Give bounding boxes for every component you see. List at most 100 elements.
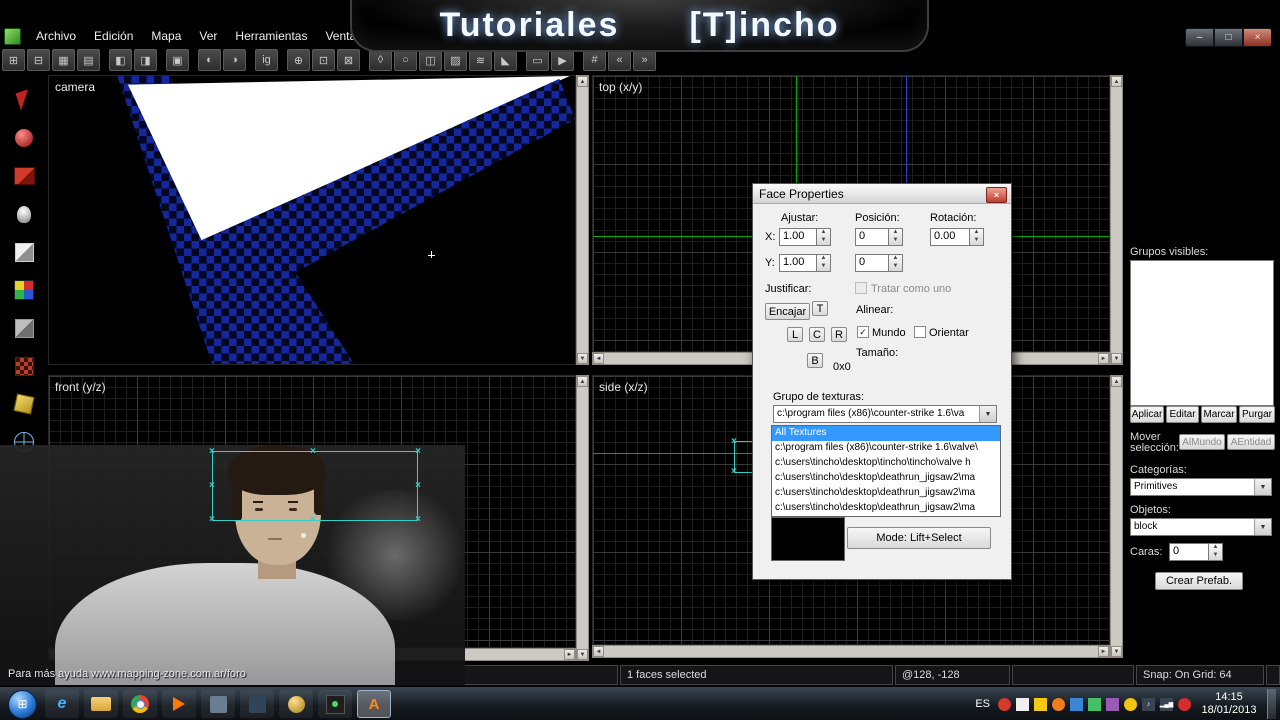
zoom-tool-icon[interactable] [4,122,44,154]
taskbar-app-browser-icon[interactable]: e [45,690,79,718]
tray-icon-8[interactable] [1124,697,1137,711]
front-vscrollbar[interactable]: ▲ ▼ [576,375,589,661]
grid-smaller-icon[interactable]: ▦ [52,49,75,71]
entity-tool-icon[interactable] [4,198,44,230]
scale-x-input[interactable]: 1.00 ▲ ▼ [779,228,831,246]
orientar-checkbox[interactable] [914,326,926,338]
dropdown-option[interactable]: All Textures [772,426,1000,441]
side-vscrollbar[interactable]: ▲ ▼ [1110,375,1123,658]
run-map-icon[interactable]: ▶ [551,49,574,71]
almundo-button[interactable]: AlMundo [1179,434,1225,450]
scroll-down-icon[interactable]: ▼ [577,649,588,660]
tray-icon-4[interactable] [1052,697,1065,711]
crear-prefab-button[interactable]: Crear Prefab. [1155,572,1243,590]
justify-top-button[interactable]: T [812,301,828,316]
spinner-arrows[interactable]: ▲ ▼ [970,228,984,246]
taskbar-app-6-icon[interactable] [240,690,274,718]
scroll-down-icon[interactable]: ▼ [577,353,588,364]
tray-network-icon[interactable]: ▂▄▆ [1160,697,1173,711]
scroll-up-icon[interactable]: ▲ [1111,76,1122,87]
tray-icon-2[interactable] [1016,697,1029,711]
objetos-select[interactable]: block ▼ [1130,518,1272,536]
dropdown-option[interactable]: c:\users\tincho\desktop\tincho\tincho\va… [772,456,1000,471]
marcar-button[interactable]: Marcar [1201,406,1237,423]
menu-ver[interactable]: Ver [190,27,226,45]
hide-selected-icon[interactable]: ⊕ [287,49,310,71]
scroll-right-icon[interactable]: ► [1098,353,1109,364]
show-all-icon[interactable]: ⊠ [337,49,360,71]
tray-icon-1[interactable] [998,697,1011,711]
hollow-icon[interactable]: ≋ [469,49,492,71]
side-hscrollbar[interactable]: ◄ ► [592,645,1110,658]
menu-herramientas[interactable]: Herramientas [226,27,316,45]
justify-center-button[interactable]: C [809,327,825,342]
dropdown-option[interactable]: c:\users\tincho\desktop\deathrun_jigsaw2… [772,471,1000,486]
taskbar-app-chrome-icon[interactable] [123,690,157,718]
tray-icon-6[interactable] [1088,697,1101,711]
language-indicator[interactable]: ES [975,698,990,710]
grid-3d-icon[interactable]: ⊟ [27,49,50,71]
decal-tool-icon[interactable] [4,350,44,382]
cordon-icon[interactable]: ◣ [494,49,517,71]
camera-tool-icon[interactable] [4,160,44,192]
close-icon[interactable]: × [1243,28,1272,47]
encajar-button[interactable]: Encajar [765,303,810,320]
texture-group-tool-icon[interactable] [4,274,44,306]
start-button[interactable]: ⊞ [8,689,37,719]
top-vscrollbar[interactable]: ▲ ▼ [1110,75,1123,365]
front-selection-box[interactable]: × × × × × × × × [209,447,421,525]
spinner-arrows[interactable]: ▲ ▼ [1209,543,1223,561]
snap-grid-icon[interactable]: # [583,49,606,71]
camera-vscrollbar[interactable]: ▲ ▼ [576,75,589,365]
grid-toggle-icon[interactable]: ⊞ [2,49,25,71]
spinner-arrows[interactable]: ▲ ▼ [889,254,903,272]
categorias-select[interactable]: Primitives ▼ [1130,478,1272,496]
scroll-down-icon[interactable]: ▼ [1111,646,1122,657]
selection-tool-icon[interactable] [4,84,44,116]
carve-icon[interactable]: ▨ [444,49,467,71]
justify-right-button[interactable]: R [831,327,847,342]
aentidad-button[interactable]: AEntidad [1227,434,1275,450]
menu-archivo[interactable]: Archivo [27,27,85,45]
dialog-titlebar[interactable]: Face Properties [753,184,1011,204]
cut-icon[interactable]: ◊ [369,49,392,71]
justify-left-button[interactable]: L [787,327,803,342]
pos-y-input[interactable]: 0 ▲ ▼ [855,254,903,272]
chevron-down-icon[interactable]: ▼ [1254,519,1271,535]
paste-icon[interactable]: ◫ [419,49,442,71]
hide-unselected-icon[interactable]: ⊡ [312,49,335,71]
menu-mapa[interactable]: Mapa [142,27,190,45]
taskbar-app-media-icon[interactable] [162,690,196,718]
spinner-arrows[interactable]: ▲ ▼ [817,228,831,246]
mundo-checkbox[interactable]: ✓ [857,326,869,338]
tray-icon-5[interactable] [1070,697,1083,711]
scroll-right-icon[interactable]: ► [1098,646,1109,657]
justify-bottom-button[interactable]: B [807,353,823,368]
texture-lock-icon[interactable]: « [608,49,631,71]
scroll-up-icon[interactable]: ▲ [577,76,588,87]
dropdown-option[interactable]: c:\users\tincho\desktop\deathrun_jigsaw2… [772,486,1000,501]
dropdown-option[interactable]: c:\program files (x86)\counter-strike 1.… [772,441,1000,456]
rotation-input[interactable]: 0.00 ▲ ▼ [930,228,984,246]
tray-icon-7[interactable] [1106,697,1119,711]
texture-unlock-icon[interactable]: » [633,49,656,71]
scroll-up-icon[interactable]: ▲ [1111,376,1122,387]
grid-larger-icon[interactable]: ▤ [77,49,100,71]
clip-tool-icon[interactable] [4,388,44,420]
taskbar-app-active-icon[interactable]: A [357,690,391,718]
spinner-arrows[interactable]: ▲ ▼ [817,254,831,272]
minimize-icon[interactable]: – [1185,28,1214,47]
aplicar-button[interactable]: Aplicar [1130,406,1164,423]
taskbar-app-5-icon[interactable] [201,690,235,718]
tray-icon-3[interactable] [1034,697,1047,711]
load-window-state-icon[interactable]: ◧ [109,49,132,71]
block-tool-icon[interactable] [4,236,44,268]
pos-x-input[interactable]: 0 ▲ ▼ [855,228,903,246]
spinner-arrows[interactable]: ▲ ▼ [889,228,903,246]
tratar-checkbox[interactable] [855,282,867,294]
purgar-button[interactable]: Purgar [1239,406,1275,423]
taskbar-app-coin-icon[interactable] [279,690,313,718]
mode-button[interactable]: Mode: Lift+Select [847,527,991,549]
texture-apply-tool-icon[interactable] [4,312,44,344]
chevron-down-icon[interactable]: ▼ [1254,479,1271,495]
